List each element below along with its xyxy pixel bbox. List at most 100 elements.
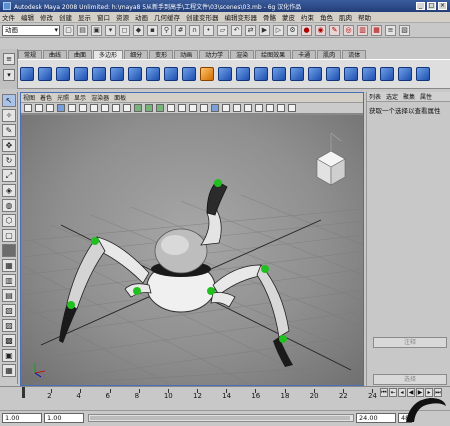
menu-item-11[interactable]: 骨骼 <box>263 12 276 22</box>
close-button[interactable]: × <box>438 2 447 10</box>
poly-cube-icon[interactable] <box>38 67 52 81</box>
use-all-lights-icon[interactable] <box>178 104 186 112</box>
shelf-tab-6[interactable]: 动画 <box>174 50 199 59</box>
attribute-tab-0[interactable]: 列表 <box>369 92 381 101</box>
manipulator-tool-icon[interactable]: ◈ <box>2 184 16 197</box>
safe-title-icon[interactable] <box>123 104 131 112</box>
attribute-tab-1[interactable]: 选定 <box>386 92 398 101</box>
viewport-menu-4[interactable]: 渲染器 <box>91 93 109 102</box>
select-component-icon[interactable]: ◆ <box>133 24 144 36</box>
shadows-icon[interactable] <box>189 104 197 112</box>
mirror-geometry-icon[interactable] <box>308 67 322 81</box>
viewport-menu-5[interactable]: 面板 <box>114 93 126 102</box>
wireframe-on-shaded-icon[interactable] <box>156 104 164 112</box>
ambient-occlusion-icon[interactable] <box>244 104 252 112</box>
select-hierarchy-icon[interactable]: ▾ <box>105 24 116 36</box>
soft-mod-icon[interactable]: ◍ <box>2 199 16 212</box>
menu-item-15[interactable]: 肌肉 <box>339 12 352 22</box>
time-slider-track[interactable]: 2 4 6 8 10 12 14 16 18 20 22 24 <box>22 389 377 400</box>
history-icon[interactable]: ↶ <box>231 24 242 36</box>
snap-point-icon[interactable]: • <box>203 24 214 36</box>
menu-set-dropdown[interactable]: 动画 <box>2 24 60 36</box>
shelf-tab-11[interactable]: 肌肉 <box>317 50 342 59</box>
poly-plane-icon[interactable] <box>92 67 106 81</box>
single-pane-layout-icon[interactable] <box>2 244 16 257</box>
resolution-gate-icon[interactable] <box>79 104 87 112</box>
hardware-fog-icon[interactable] <box>233 104 241 112</box>
textured-icon[interactable] <box>167 104 175 112</box>
isolate-select-icon[interactable] <box>211 104 219 112</box>
lasso-tool-icon[interactable]: ✧ <box>2 109 16 122</box>
safe-action-icon[interactable] <box>112 104 120 112</box>
motion-blur-icon[interactable] <box>266 104 274 112</box>
ipr-render-icon[interactable]: ▷ <box>273 24 284 36</box>
show-manipulator-icon[interactable]: ⬡ <box>2 214 16 227</box>
poly-pipe-icon[interactable] <box>164 67 178 81</box>
menu-item-1[interactable]: 编辑 <box>21 12 34 22</box>
camera-lock-icon[interactable] <box>288 104 296 112</box>
custom-layout-icon[interactable]: ▦ <box>2 364 16 377</box>
render-settings-icon[interactable]: ⚙ <box>287 24 298 36</box>
bevel-icon[interactable] <box>416 67 430 81</box>
open-scene-icon[interactable]: ▤ <box>77 24 88 36</box>
bookmark-icon[interactable] <box>35 104 43 112</box>
paint-select-icon[interactable]: ✎ <box>2 124 16 137</box>
shelf-menu-icon[interactable]: ▾ <box>3 69 15 81</box>
menu-item-16[interactable]: 帮助 <box>358 12 371 22</box>
move-tool-icon[interactable]: ✥ <box>2 139 16 152</box>
menu-item-13[interactable]: 约束 <box>301 12 314 22</box>
snap-grid-icon[interactable]: # <box>175 24 186 36</box>
insert-edge-loop-icon[interactable] <box>398 67 412 81</box>
separate-icon[interactable] <box>218 67 232 81</box>
menu-item-2[interactable]: 修改 <box>40 12 53 22</box>
shelf-tab-3[interactable]: 多边形 <box>93 50 124 59</box>
perspective-viewport[interactable]: 视图 着色 光照 显示 渲染器 面板 <box>20 92 364 386</box>
field-chart-icon[interactable] <box>101 104 109 112</box>
viewport-canvas[interactable]: persp <box>21 115 363 385</box>
xray-icon[interactable] <box>200 104 208 112</box>
shelf-tabs-toggle-icon[interactable]: ≡ <box>3 53 15 65</box>
channel-box-toggle-icon[interactable]: ▦ <box>371 24 382 36</box>
step-back-key-icon[interactable]: ⇤ <box>389 388 397 397</box>
reduce-icon[interactable] <box>290 67 304 81</box>
graph-editor-layout-icon[interactable]: ▩ <box>2 334 16 347</box>
viewport-menu-0[interactable]: 视图 <box>23 93 35 102</box>
extrude-icon[interactable] <box>326 67 340 81</box>
current-frame-marker[interactable] <box>22 387 25 398</box>
high-quality-icon[interactable] <box>222 104 230 112</box>
menu-item-14[interactable]: 角色 <box>320 12 333 22</box>
layer-editor-icon[interactable]: ▧ <box>399 24 410 36</box>
go-to-start-icon[interactable]: ⏮ <box>380 388 388 397</box>
lock-selection-icon[interactable]: ⚲ <box>161 24 172 36</box>
poly-pyramid-icon[interactable] <box>146 67 160 81</box>
texture-editor-icon[interactable]: ◎ <box>343 24 354 36</box>
booleans-icon[interactable] <box>254 67 268 81</box>
gate-mask-icon[interactable] <box>90 104 98 112</box>
range-slider-bar[interactable] <box>88 414 354 422</box>
persp-outliner-layout-icon[interactable]: ▥ <box>2 274 16 287</box>
paint-effects-icon[interactable]: ✎ <box>329 24 340 36</box>
menu-item-8[interactable]: 几何缓存 <box>154 12 180 22</box>
menu-item-3[interactable]: 创建 <box>59 12 72 22</box>
poly-cylinder-icon[interactable] <box>56 67 70 81</box>
time-slider[interactable]: 2 4 6 8 10 12 14 16 18 20 22 24 ⏮ ⇤ ◂ ◀ ▶ ▸ ⏭ <box>0 386 450 410</box>
select-object-icon[interactable]: ◻ <box>119 24 130 36</box>
camera-attributes-icon[interactable] <box>24 104 32 112</box>
smooth-icon[interactable] <box>272 67 286 81</box>
smooth-shade-icon[interactable] <box>145 104 153 112</box>
scale-tool-icon[interactable]: ⤢ <box>2 169 16 182</box>
attribute-tab-3[interactable]: 属性 <box>420 92 432 101</box>
select-tool-icon[interactable]: ↖ <box>2 94 16 107</box>
shelf-tab-7[interactable]: 动力学 <box>199 50 230 59</box>
hypershade-icon[interactable]: ● <box>301 24 312 36</box>
shelf-tab-2[interactable]: 曲面 <box>68 50 93 59</box>
playback-end-field[interactable]: 24.00 <box>356 413 396 423</box>
poly-prism-icon[interactable] <box>128 67 142 81</box>
attribute-tab-2[interactable]: 聚集 <box>403 92 415 101</box>
minimize-button[interactable]: _ <box>416 2 425 10</box>
shelf-tab-8[interactable]: 渲染 <box>230 50 255 59</box>
select-button[interactable]: 选择 <box>373 374 447 385</box>
start-time-field[interactable]: 1.00 <box>2 413 42 423</box>
menu-item-5[interactable]: 窗口 <box>97 12 110 22</box>
wireframe-icon[interactable] <box>134 104 142 112</box>
